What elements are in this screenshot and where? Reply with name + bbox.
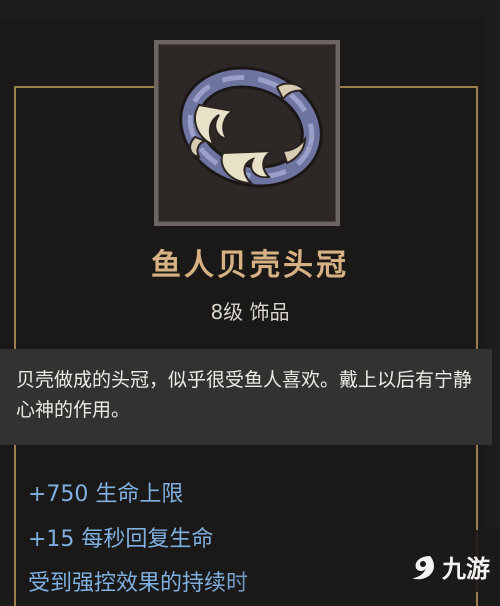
stat-health-regen: +15 每秒回复生命 (28, 527, 214, 552)
item-icon-box (154, 40, 340, 226)
item-description: 贝壳做成的头冠，似乎很受鱼人喜欢。戴上以后有宁静心神的作用。 (0, 349, 492, 445)
stat-max-health: +750 生命上限 (28, 482, 184, 507)
item-name: 鱼人贝壳头冠 (151, 248, 349, 283)
jiuyou-logo-icon (412, 555, 434, 579)
stat-cc-duration: 受到强控效果的持续时 (28, 571, 249, 596)
watermark-text: 九游 (442, 555, 490, 583)
item-level-type: 8级 饰品 (210, 300, 290, 324)
watermark: 九游 (408, 549, 490, 584)
shell-crown-icon (158, 44, 336, 222)
